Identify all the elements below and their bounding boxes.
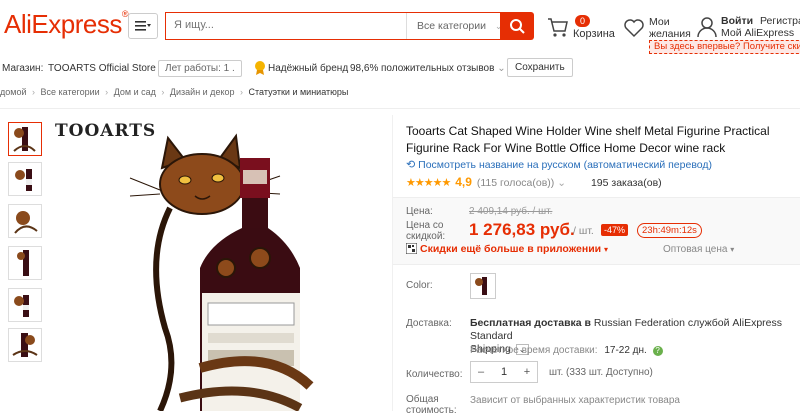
search-input[interactable]	[174, 19, 394, 31]
quantity-label: Количество:	[406, 369, 463, 380]
delivery-time: Расчётное время доставки: 17-22 дн. ?	[470, 345, 663, 356]
thumbnail-5[interactable]	[8, 288, 42, 322]
all-categories-select[interactable]: Все категории ⌄	[406, 13, 505, 39]
cart-label: Корзина	[573, 28, 615, 40]
quantity-available: шт. (333 шт. Доступно)	[549, 367, 653, 378]
save-store-button[interactable]: Сохранить	[507, 58, 573, 77]
product-title: Tooarts Cat Shaped Wine Holder Wine shel…	[406, 124, 770, 155]
feedback-label[interactable]: положительных отзывов ⌄	[381, 63, 506, 74]
first-time-banner[interactable]: Вы здесь впервые? Получите ски...	[649, 40, 800, 54]
breadcrumb-all-categories[interactable]: Все категории	[41, 87, 100, 97]
breadcrumb-home-garden[interactable]: Дом и сад	[114, 87, 156, 97]
chevron-down-icon: ⌄	[497, 63, 506, 74]
translate-title-link[interactable]: ⟲ Посмотреть название на русском (автома…	[406, 158, 712, 171]
thumbnail-1[interactable]	[8, 122, 42, 156]
delivery-time-value: 17-22 дн.	[604, 345, 647, 356]
price-label: Цена:	[406, 206, 433, 217]
total-label: Общая стоимость:	[406, 394, 457, 416]
color-label: Color:	[406, 280, 433, 291]
search-button[interactable]	[500, 12, 534, 40]
quantity-stepper: – 1 +	[470, 361, 538, 383]
aliexpress-logo[interactable]: AliExpress®	[4, 9, 128, 40]
register-link[interactable]: Регистрация	[760, 15, 800, 27]
store-name-link[interactable]: TOOARTS Official Store	[48, 63, 156, 74]
votes-link[interactable]: (115 голоса(ов))	[477, 177, 554, 189]
rating-row: ★★★★★ 4,9 (115 голоса(ов)) ⌄ 195 заказа(…	[406, 175, 662, 189]
user-icon	[697, 17, 717, 38]
breadcrumb: домой › Все категории › Дом и сад › Диза…	[0, 87, 349, 97]
cat-wine-holder-thumbnail	[13, 127, 36, 152]
wholesale-price-link[interactable]: Оптовая цена ▾	[663, 244, 734, 255]
cart-icon	[548, 18, 568, 37]
old-price: 2 409,14 руб. / шт.	[469, 206, 553, 217]
help-icon[interactable]: ?	[652, 346, 663, 356]
categories-menu-button[interactable]	[128, 13, 158, 39]
orders-count: 195 заказа(ов)	[590, 177, 662, 189]
cart-button[interactable]: 0 Корзина	[547, 14, 617, 44]
current-price: 1 276,83 руб.	[469, 220, 575, 239]
my-aliexpress-link[interactable]: Мой AliExpress	[721, 27, 794, 39]
countdown-timer: 23h:49m:12s	[637, 223, 702, 238]
quantity-increase-button[interactable]: +	[517, 366, 537, 378]
cat-figurine-thumbnail	[14, 211, 38, 234]
trusted-brand-label: Надёжный бренд	[268, 63, 349, 74]
feedback-percent: 98,6%	[350, 63, 379, 74]
cat-wine-holder-image	[129, 133, 314, 411]
product-info: Tooarts Cat Shaped Wine Holder Wine shel…	[392, 115, 800, 416]
discount-badge: -47%	[601, 224, 629, 236]
quantity-input[interactable]: 1	[491, 366, 517, 378]
per-unit: / шт.	[573, 225, 594, 237]
free-shipping-text: Бесплатная доставка в	[470, 317, 591, 329]
thumbnail-6[interactable]	[8, 328, 42, 362]
rating-stars[interactable]: ★★★★★	[406, 177, 451, 189]
store-years-badge: Лет работы: 1 .	[158, 60, 242, 77]
translate-icon: ⟲	[406, 159, 416, 171]
votes-chevron-icon: ⌄	[557, 177, 567, 189]
breadcrumb-figurines[interactable]: Статуэтки и миниатюры	[249, 87, 349, 97]
search-icon	[510, 19, 525, 34]
breadcrumb-design-decor[interactable]: Дизайн и декор	[170, 87, 235, 97]
store-bar: Магазин: TOOARTS Official Store Лет рабо…	[0, 56, 800, 82]
cart-count-badge: 0	[575, 15, 591, 27]
price-block: Цена: 2 409,14 руб. / шт. Цена со скидкой…	[393, 197, 800, 265]
cat-wine-holder-thumbnail	[15, 169, 32, 191]
cat-wine-holder-thumbnail	[12, 333, 38, 357]
wishlist-label-line2: желания	[649, 28, 691, 40]
app-discount-link[interactable]: Скидки ещё больше в приложении ▾	[420, 243, 608, 255]
cat-wine-holder-thumbnail	[14, 295, 29, 317]
store-label: Магазин:	[2, 63, 44, 74]
rating-value: 4,9	[455, 175, 472, 189]
header: AliExpress® Все категории ⌄ 0 Корзина Мо…	[0, 0, 800, 54]
signin-link[interactable]: Войти	[721, 15, 753, 27]
cat-wine-holder-thumbnail	[17, 250, 29, 276]
total-note: Зависит от выбранных характеристик товар…	[470, 395, 680, 406]
color-option-image	[475, 277, 487, 295]
thumbnail-2[interactable]	[8, 162, 42, 196]
trusted-brand-icon	[254, 60, 266, 78]
thumbnail-3[interactable]	[8, 204, 42, 238]
header-divider	[0, 108, 800, 109]
hamburger-icon	[135, 21, 151, 31]
main-product-image[interactable]	[50, 118, 390, 411]
color-option[interactable]	[470, 273, 496, 299]
wishlist-label-line1: Мои	[649, 16, 670, 28]
thumbnail-4[interactable]	[8, 246, 42, 280]
delivery-label: Доставка:	[406, 318, 452, 329]
search-box: Все категории ⌄	[165, 12, 505, 40]
qr-code-icon	[405, 242, 418, 257]
discount-price-label: Цена со скидкой:	[406, 220, 446, 242]
quantity-decrease-button[interactable]: –	[471, 366, 491, 378]
breadcrumb-home[interactable]: домой	[0, 87, 26, 97]
heart-icon	[624, 19, 644, 38]
